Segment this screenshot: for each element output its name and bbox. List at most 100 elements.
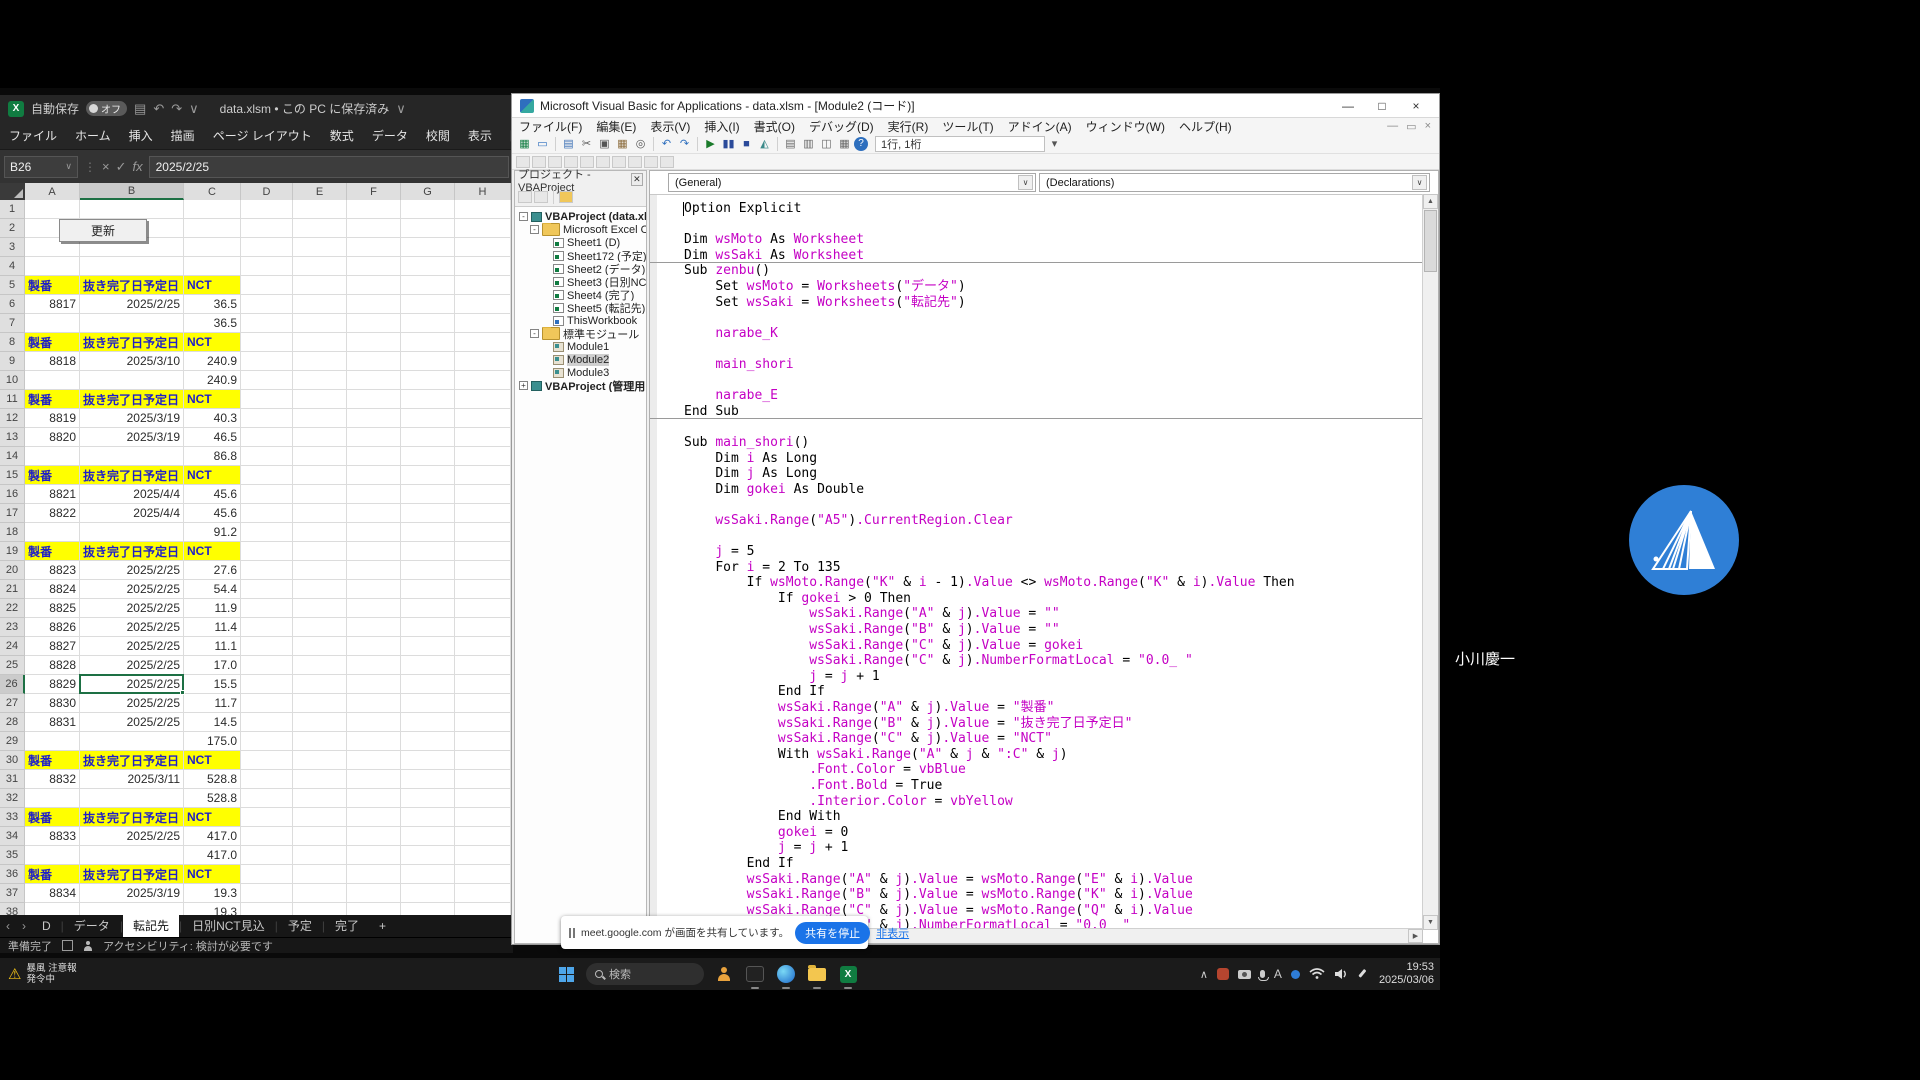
column-header-E[interactable]: E (293, 183, 347, 200)
grid-cell-H12[interactable] (455, 409, 511, 428)
grid-cell-D7[interactable] (241, 314, 293, 333)
grid-cell-F13[interactable] (347, 428, 401, 447)
grid-cell-F24[interactable] (347, 637, 401, 656)
chevron-down-icon[interactable]: ∨ (396, 101, 406, 117)
enter-icon[interactable]: ✓ (116, 159, 127, 175)
grid-cell-C20[interactable]: 27.6 (184, 561, 241, 580)
grid-cell-E23[interactable] (293, 618, 347, 637)
grid-cell-F33[interactable] (347, 808, 401, 827)
grid-cell-C14[interactable]: 86.8 (184, 447, 241, 466)
row-header-37[interactable]: 37 (0, 884, 25, 903)
project-explorer-icon[interactable]: ▤ (782, 136, 799, 152)
tree-item[interactable]: Sheet4 (完了) (515, 288, 646, 301)
grid-cell-A24[interactable]: 8827 (25, 637, 80, 656)
weather-widget[interactable]: ⚠ 暴風 注意報 発令中 (0, 963, 85, 985)
grid-cell-D30[interactable] (241, 751, 293, 770)
grid-cell-F3[interactable] (347, 238, 401, 257)
grid-cell-A17[interactable]: 8822 (25, 504, 80, 523)
grid-cell-B31[interactable]: 2025/3/11 (80, 770, 184, 789)
grid-cell-E27[interactable] (293, 694, 347, 713)
grid-cell-F2[interactable] (347, 219, 401, 238)
grid-cell-D38[interactable] (241, 903, 293, 915)
grid-cell-G37[interactable] (401, 884, 455, 903)
sheet-tab-予定[interactable]: 予定 (278, 915, 322, 937)
grid-cell-G14[interactable] (401, 447, 455, 466)
grid-cell-F1[interactable] (347, 200, 401, 219)
people-button[interactable] (713, 963, 735, 985)
grid-cell-G16[interactable] (401, 485, 455, 504)
grid-cell-B14[interactable] (80, 447, 184, 466)
grid-cell-A38[interactable] (25, 903, 80, 915)
fx-icon[interactable]: fx (133, 159, 143, 174)
grid-cell-C8[interactable]: NCT (184, 333, 241, 352)
grid-cell-A27[interactable]: 8830 (25, 694, 80, 713)
grid-cell-D5[interactable] (241, 276, 293, 295)
grid-cell-A33[interactable]: 製番 (25, 808, 80, 827)
grid-cell-H36[interactable] (455, 865, 511, 884)
grid-cell-B10[interactable] (80, 371, 184, 390)
file-explorer-button[interactable] (806, 963, 828, 985)
grid-cell-C19[interactable]: NCT (184, 542, 241, 561)
properties-window-icon[interactable]: ▥ (800, 136, 817, 152)
grid-cell-C5[interactable]: NCT (184, 276, 241, 295)
grid-cell-C36[interactable]: NCT (184, 865, 241, 884)
collapse-icon[interactable]: - (530, 329, 539, 338)
tree-item[interactable]: -標準モジュール (515, 327, 646, 340)
grid-cell-D2[interactable] (241, 219, 293, 238)
worksheet-grid[interactable]: 12345製番抜き完了日予定日NCT688172025/2/2536.5736.… (0, 200, 513, 915)
grid-cell-G3[interactable] (401, 238, 455, 257)
grid-cell-D16[interactable] (241, 485, 293, 504)
volume-icon[interactable] (1334, 968, 1348, 980)
row-header-20[interactable]: 20 (0, 561, 25, 580)
grid-cell-C37[interactable]: 19.3 (184, 884, 241, 903)
grid-cell-F37[interactable] (347, 884, 401, 903)
grid-cell-F23[interactable] (347, 618, 401, 637)
grid-cell-B8[interactable]: 抜き完了日予定日 (80, 333, 184, 352)
grid-cell-G2[interactable] (401, 219, 455, 238)
grid-cell-F6[interactable] (347, 295, 401, 314)
ribbon-tab-データ[interactable]: データ (363, 122, 417, 150)
grid-cell-B17[interactable]: 2025/4/4 (80, 504, 184, 523)
ribbon-tab-表示[interactable]: 表示 (459, 122, 501, 150)
grid-cell-H11[interactable] (455, 390, 511, 409)
view-object-icon[interactable] (534, 191, 548, 203)
grid-cell-C29[interactable]: 175.0 (184, 732, 241, 751)
grid-cell-D24[interactable] (241, 637, 293, 656)
grid-cell-H20[interactable] (455, 561, 511, 580)
grid-cell-F31[interactable] (347, 770, 401, 789)
row-header-18[interactable]: 18 (0, 523, 25, 542)
add-sheet-button[interactable]: + (369, 915, 396, 937)
grid-cell-A31[interactable]: 8832 (25, 770, 80, 789)
grid-cell-C12[interactable]: 40.3 (184, 409, 241, 428)
grid-cell-A26[interactable]: 8829 (25, 675, 80, 694)
menu-編集(E)[interactable]: 編集(E) (589, 118, 643, 135)
grid-cell-D9[interactable] (241, 352, 293, 371)
grid-cell-B13[interactable]: 2025/3/19 (80, 428, 184, 447)
grid-cell-C10[interactable]: 240.9 (184, 371, 241, 390)
grid-cell-C13[interactable]: 46.5 (184, 428, 241, 447)
taskbar-clock[interactable]: 19:53 2025/03/06 (1379, 961, 1434, 987)
grid-cell-B5[interactable]: 抜き完了日予定日 (80, 276, 184, 295)
grid-cell-B6[interactable]: 2025/2/25 (80, 295, 184, 314)
grid-cell-B16[interactable]: 2025/4/4 (80, 485, 184, 504)
grid-cell-C2[interactable] (184, 219, 241, 238)
save-icon[interactable]: ▤ (560, 136, 577, 152)
grid-cell-H17[interactable] (455, 504, 511, 523)
grid-cell-G1[interactable] (401, 200, 455, 219)
grid-cell-E24[interactable] (293, 637, 347, 656)
grid-cell-F4[interactable] (347, 257, 401, 276)
grid-cell-H22[interactable] (455, 599, 511, 618)
grid-cell-E10[interactable] (293, 371, 347, 390)
grid-cell-H19[interactable] (455, 542, 511, 561)
grid-cell-D15[interactable] (241, 466, 293, 485)
menu-ウィンドウ(W)[interactable]: ウィンドウ(W) (1079, 118, 1172, 135)
tree-item[interactable]: Module2 (515, 353, 646, 366)
mdi-minimize-icon[interactable]: — (1387, 120, 1398, 133)
row-header-25[interactable]: 25 (0, 656, 25, 675)
grid-cell-H38[interactable] (455, 903, 511, 915)
grid-cell-F29[interactable] (347, 732, 401, 751)
grid-cell-E29[interactable] (293, 732, 347, 751)
row-header-4[interactable]: 4 (0, 257, 25, 276)
grid-cell-H31[interactable] (455, 770, 511, 789)
grid-cell-B20[interactable]: 2025/2/25 (80, 561, 184, 580)
